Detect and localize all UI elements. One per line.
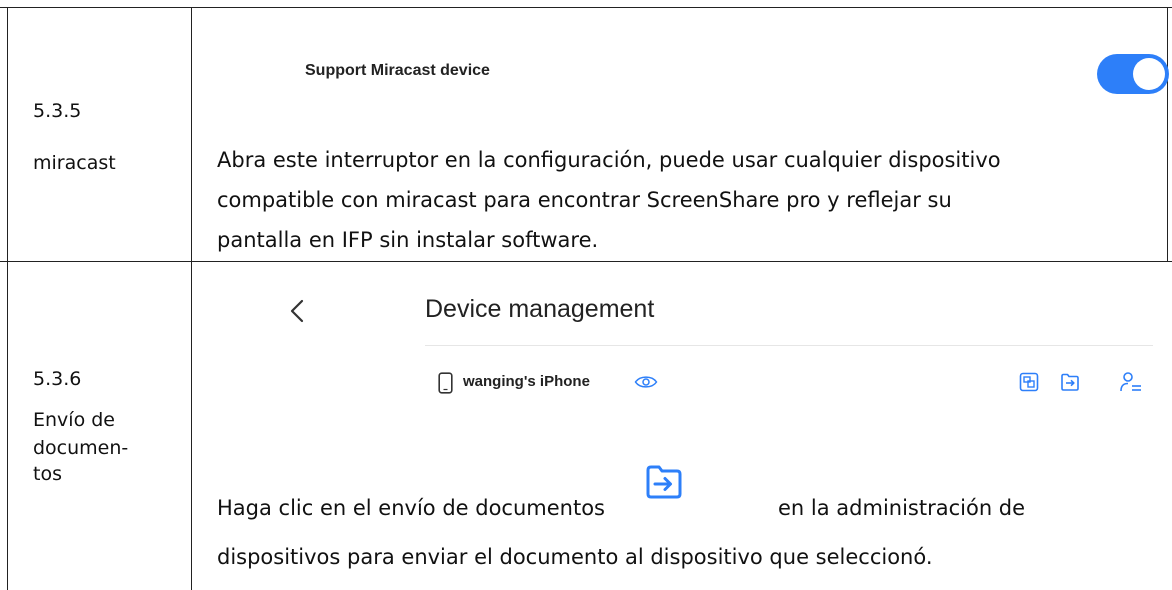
section-number: 5.3.5 [33,100,82,122]
toggle-knob [1133,58,1165,90]
section-name-line: Envío de [33,409,115,431]
description-line: pantalla en IFP sin instalar software. [217,228,599,252]
send-document-icon[interactable] [1060,372,1080,392]
device-name: wanging's iPhone [463,373,590,390]
screen-mirror-icon[interactable] [1019,372,1039,392]
section-name: miracast [33,152,116,174]
user-list-icon[interactable] [1119,371,1143,393]
section-name-line: documen- [33,437,129,459]
description-line: dispositivos para enviar el documento al… [217,545,933,569]
section-name-line: tos [33,463,62,485]
back-chevron-icon[interactable] [289,299,305,323]
table-right-border [1167,7,1168,262]
description-line: Haga clic en el envío de documentos [217,496,605,520]
phone-icon [438,372,453,394]
miracast-toggle[interactable] [1097,54,1169,94]
screen-title: Device management [425,295,655,323]
document-page: 5.3.5 miracast Support Miracast device A… [0,0,1172,590]
eye-icon[interactable] [634,374,658,390]
description-line: en la administración de [778,496,1026,520]
table-row-divider [0,261,1172,262]
section-number: 5.3.6 [33,368,82,390]
miracast-setting-label: Support Miracast device [305,62,490,79]
send-document-icon [646,465,682,499]
description-line: compatible con miracast para encontrar S… [217,188,952,212]
header-divider [425,345,1153,346]
description-line: Abra este interruptor en la configuració… [217,148,1001,172]
table-left-border [7,7,8,590]
table-top-border [0,7,1172,8]
table-column-divider [191,7,192,590]
